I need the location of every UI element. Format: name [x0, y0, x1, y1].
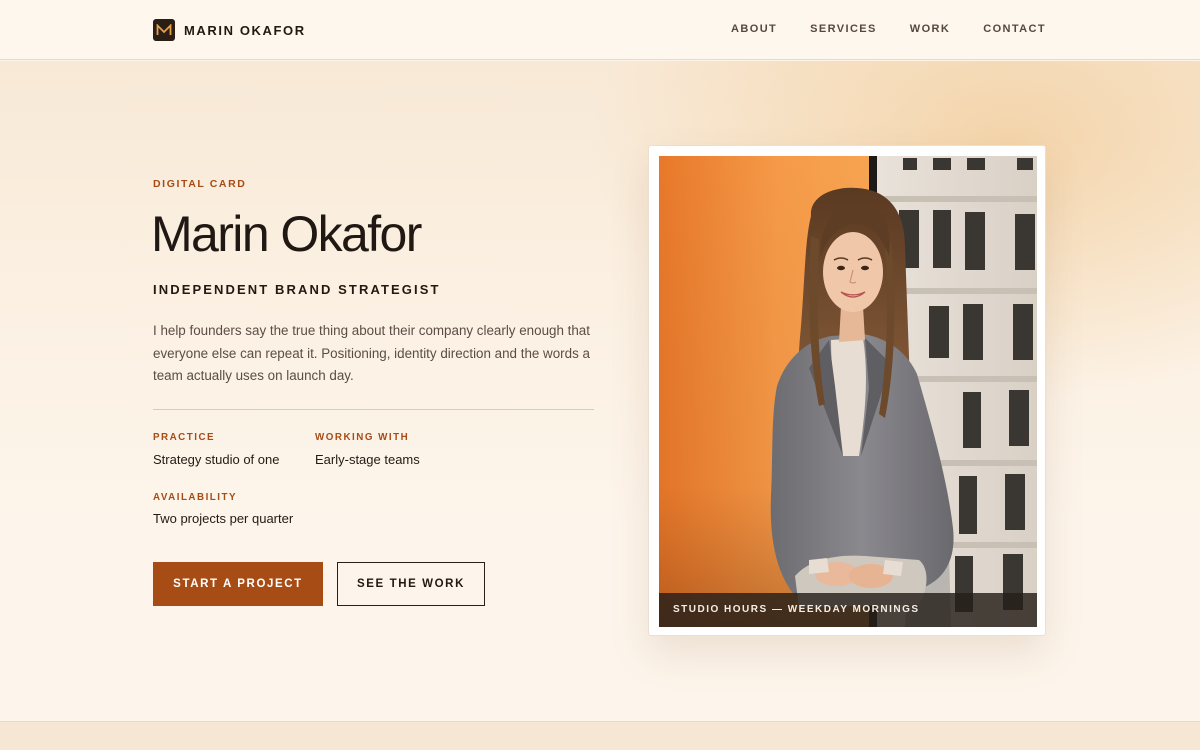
brand-name: MARIN OKAFOR [184, 22, 306, 38]
fact-value-working-with: Early-stage teams [315, 452, 420, 467]
fact-label-availability: AVAILABILITY [153, 492, 238, 503]
fact-value-availability: Two projects per quarter [153, 511, 294, 526]
main-nav: ABOUT SERVICES WORK CONTACT [731, 23, 1046, 35]
see-work-button[interactable]: SEE THE WORK [337, 562, 485, 606]
start-project-button[interactable]: START A PROJECT [153, 562, 323, 606]
role-subtitle: INDEPENDENT BRAND STRATEGIST [153, 282, 441, 297]
footer-strip [0, 721, 1200, 750]
fact-label-practice: PRACTICE [153, 432, 216, 443]
nav-link-services[interactable]: SERVICES [810, 23, 877, 35]
portrait-photo: STUDIO HOURS — WEEKDAY MORNINGS [659, 156, 1037, 627]
fact-value-practice: Strategy studio of one [153, 452, 280, 467]
portrait-card: STUDIO HOURS — WEEKDAY MORNINGS [648, 145, 1046, 636]
bio-paragraph: I help founders say the true thing about… [153, 323, 590, 383]
fact-label-working-with: WORKING WITH [315, 432, 410, 443]
m-monogram-icon [153, 19, 175, 41]
section-divider [153, 409, 594, 410]
nav-link-about[interactable]: ABOUT [731, 23, 777, 35]
photo-caption: STUDIO HOURS — WEEKDAY MORNINGS [673, 604, 920, 615]
photo-caption-bar: STUDIO HOURS — WEEKDAY MORNINGS [659, 593, 1037, 627]
page-title: Marin Okafor [151, 206, 422, 262]
hero-eyebrow: DIGITAL CARD [153, 178, 247, 190]
site-header: MARIN OKAFOR ABOUT SERVICES WORK CONTACT [0, 0, 1200, 60]
nav-link-work[interactable]: WORK [910, 23, 950, 35]
brand-logo[interactable]: MARIN OKAFOR [153, 19, 306, 41]
nav-link-contact[interactable]: CONTACT [983, 23, 1046, 35]
